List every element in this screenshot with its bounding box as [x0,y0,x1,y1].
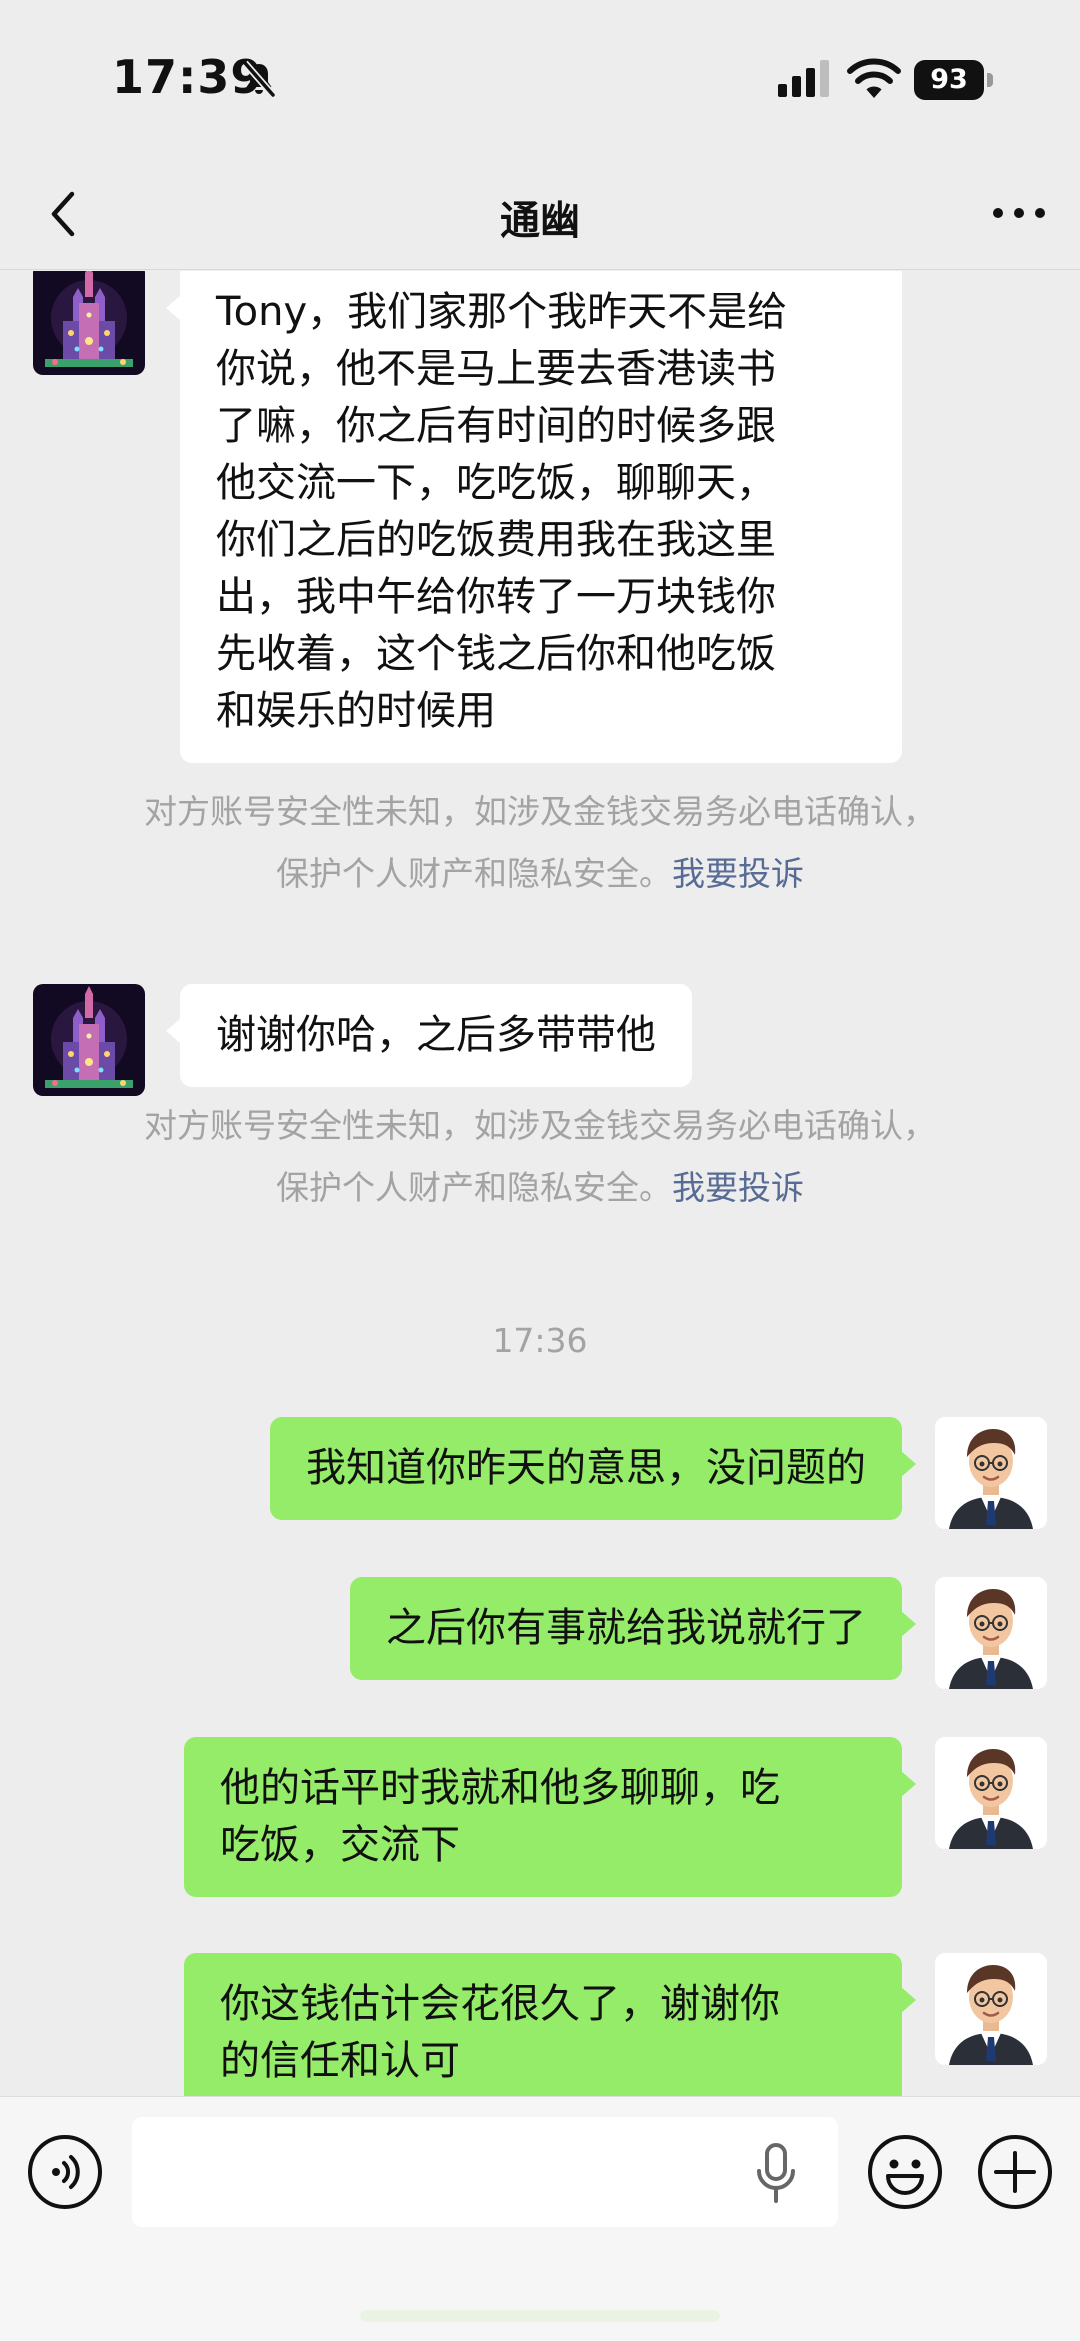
user-avatar[interactable] [935,1953,1047,2065]
security-notice-line1: 对方账号安全性未知，如涉及金钱交易务必电话确认， [144,792,936,831]
memoji-avatar-image [935,1737,1047,1849]
nav-bar: 通幽 [0,160,1080,270]
memoji-avatar-image [935,1417,1047,1529]
wifi-icon [847,58,901,98]
emoji-icon[interactable] [866,2133,944,2211]
castle-avatar-image [33,271,145,375]
memoji-avatar-image [935,1953,1047,2065]
security-notice: 对方账号安全性未知，如涉及金钱交易务必电话确认， 保护个人财产和隐私安全。我要投… [60,1095,1020,1219]
security-notice-line2-wrap: 保护个人财产和隐私安全。我要投诉 [60,843,1020,905]
outgoing-message[interactable]: 他的话平时我就和他多聊聊，吃 吃饭，交流下 [184,1737,916,1897]
security-notice-line1: 对方账号安全性未知，如涉及金钱交易务必电话确认， [144,1106,936,1145]
outgoing-message[interactable]: 你这钱估计会花很久了，谢谢你 的信任和认可 [184,1953,916,2096]
battery-level: 93 [914,60,984,100]
user-avatar[interactable] [935,1417,1047,1529]
contact-avatar[interactable] [33,271,145,375]
mute-icon [242,60,276,98]
battery-cap [987,73,993,87]
message-list[interactable]: Tony，我们家那个我昨天不是给 你说，他不是马上要去香港读书 了嘛，你之后有时… [0,271,1080,2096]
memoji-avatar-image [935,1577,1047,1689]
chat-title: 通幽 [500,198,580,244]
message-input[interactable] [132,2117,838,2227]
battery-indicator: 93 [914,60,994,100]
report-link[interactable]: 我要投诉 [672,1168,804,1207]
user-avatar[interactable] [935,1737,1047,1849]
incoming-message[interactable]: 谢谢你哈，之后多带带他 [166,984,692,1087]
security-notice: 对方账号安全性未知，如涉及金钱交易务必电话确认， 保护个人财产和隐私安全。我要投… [60,781,1020,905]
status-bar: 17:39 93 [0,0,1080,160]
add-icon[interactable] [976,2133,1054,2211]
security-notice-line2: 保护个人财产和隐私安全。 [276,854,672,893]
chat-screen: 17:39 93 通幽 Tony，我们家那个我昨天不是给 你说，他不是马上要去香… [0,0,1080,2341]
security-notice-line2-wrap: 保护个人财产和隐私安全。我要投诉 [60,1157,1020,1219]
home-indicator [360,2310,720,2322]
report-link[interactable]: 我要投诉 [672,854,804,893]
contact-avatar[interactable] [33,984,145,1096]
incoming-message[interactable]: Tony，我们家那个我昨天不是给 你说，他不是马上要去香港读书 了嘛，你之后有时… [166,271,902,763]
signal-icon [778,60,829,97]
castle-avatar-image [33,984,145,1096]
more-icon[interactable] [986,188,1052,238]
user-avatar[interactable] [935,1577,1047,1689]
outgoing-message[interactable]: 之后你有事就给我说就行了 [350,1577,916,1680]
outgoing-message[interactable]: 我知道你昨天的意思，没问题的 [270,1417,916,1520]
voice-icon[interactable] [26,2133,104,2211]
security-notice-line2: 保护个人财产和隐私安全。 [276,1168,672,1207]
message-timestamp: 17:36 [492,1321,588,1360]
mic-icon[interactable] [754,2141,798,2205]
input-bar [0,2096,1080,2341]
